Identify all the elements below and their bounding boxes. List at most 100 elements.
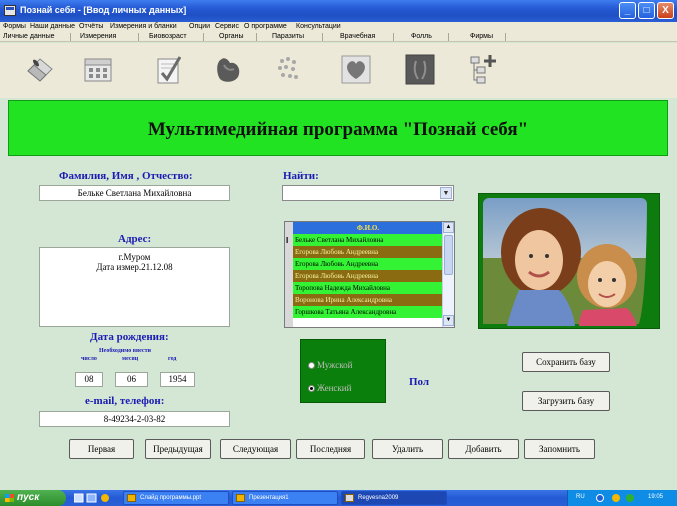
search-label: Найти:	[283, 170, 319, 182]
person-photo	[478, 193, 660, 329]
name-label: Фамилия, Имя , Отчество:	[59, 170, 193, 182]
gender-male-radio[interactable]	[308, 362, 315, 369]
next-button[interactable]: Следующая	[220, 439, 291, 459]
first-button[interactable]: Первая	[69, 439, 134, 459]
app-icon	[4, 5, 16, 16]
start-label: пуск	[17, 492, 40, 503]
organ-icon[interactable]	[212, 53, 244, 85]
menu-about[interactable]: О программе	[244, 23, 287, 30]
quicklaunch-icons[interactable]	[74, 493, 114, 503]
menu-measurements[interactable]: Измерения и бланки	[110, 23, 177, 30]
menu-bar: Формы Наши данные Отчёты Измерения и бла…	[0, 22, 677, 32]
list-item[interactable]: Воронова Ирина Александровна	[293, 294, 443, 306]
eraser-icon[interactable]	[24, 53, 56, 85]
name-field[interactable]: Бельке Светлана Михайловна	[39, 185, 230, 201]
powerpoint-icon	[236, 494, 245, 502]
parasite-icon[interactable]	[272, 53, 304, 85]
minimize-button[interactable]: _	[619, 2, 636, 19]
gender-female-label[interactable]: Женский	[317, 383, 351, 393]
address-field[interactable]: г.Муром Дата измер.21.12.08	[39, 247, 230, 327]
menu-consultations[interactable]: Консультации	[296, 23, 341, 30]
calendar-icon[interactable]	[82, 53, 114, 85]
start-button[interactable]: пуск	[0, 490, 66, 506]
section-parasites[interactable]: Паразиты	[272, 33, 304, 40]
contact-field[interactable]: 8-49234-2-03-82	[39, 411, 230, 427]
clock: 19:05	[648, 494, 664, 500]
task-presentation[interactable]: Презентация1	[232, 491, 338, 505]
load-db-button[interactable]: Загрузить базу	[522, 391, 610, 411]
dob-hint: Необходимо ввести	[99, 348, 151, 354]
maximize-button[interactable]: □	[638, 2, 655, 19]
security-icon[interactable]	[626, 494, 634, 502]
banner-title: Мультимедийная программа "Познай себя"	[147, 119, 529, 140]
list-scrollbar[interactable]: ▲ ▼	[442, 222, 454, 327]
dob-label: Дата рождения:	[90, 331, 169, 343]
scroll-up-icon[interactable]: ▲	[443, 222, 454, 233]
close-button[interactable]: X	[657, 2, 674, 19]
menu-reports[interactable]: Отчёты	[79, 23, 103, 30]
checklist-icon[interactable]	[152, 53, 184, 85]
section-bioage[interactable]: Биовозраст	[149, 33, 187, 40]
last-button[interactable]: Последняя	[296, 439, 365, 459]
tree-icon[interactable]	[468, 53, 500, 87]
add-button[interactable]: Добавить	[448, 439, 519, 459]
address-label: Адрес:	[118, 233, 152, 245]
contact-label: e-mail, телефон:	[85, 395, 165, 407]
dob-day-label: число	[81, 356, 97, 362]
section-medical[interactable]: Врачебная	[340, 33, 375, 40]
volume-icon[interactable]	[612, 494, 620, 502]
address-line: Дата измер.21.12.08	[96, 262, 173, 272]
dob-month-label: месяц	[122, 356, 139, 362]
window-title: Познай себя - [Ввод личных данных]	[20, 5, 187, 15]
system-tray: RU 19:05	[567, 490, 677, 506]
menu-forms[interactable]: Формы	[3, 23, 26, 30]
gender-group: Мужской Женский	[300, 339, 386, 403]
scroll-down-icon[interactable]: ▼	[443, 315, 454, 326]
section-measurements[interactable]: Измерения	[80, 33, 116, 40]
previous-button[interactable]: Предыдущая	[145, 439, 211, 459]
dob-year-field[interactable]: 1954	[160, 372, 195, 387]
chevron-down-icon[interactable]: ▼	[440, 187, 452, 199]
search-combo[interactable]: ▼	[282, 185, 454, 201]
powerpoint-icon	[127, 494, 136, 502]
menu-service[interactable]: Сервис	[215, 23, 239, 30]
gender-label: Пол	[409, 376, 430, 388]
banner: Мультимедийная программа "Познай себя"	[8, 100, 668, 156]
delete-button[interactable]: Удалить	[372, 439, 443, 459]
section-organs[interactable]: Органы	[219, 33, 244, 40]
people-list[interactable]: I Ф.И.О. Бельке Светлана Михайловна Егор…	[284, 221, 455, 328]
section-voll[interactable]: Фолль	[411, 33, 432, 40]
task-label: Презентация1	[249, 495, 289, 501]
heart-icon[interactable]	[340, 53, 372, 85]
save-db-button[interactable]: Сохранить базу	[522, 352, 610, 372]
list-item[interactable]: Торопова Надежда Михайловна	[293, 282, 443, 294]
task-regvesna[interactable]: Regvesna2009	[341, 491, 447, 505]
app-icon	[345, 494, 354, 502]
task-label: Regvesna2009	[358, 495, 399, 501]
task-slide-ppt[interactable]: Слайд программы.ppt	[123, 491, 229, 505]
list-item[interactable]: Бельке Светлана Михайловна	[293, 234, 443, 246]
section-firms[interactable]: Фирмы	[470, 33, 493, 40]
taskbar: пуск Слайд программы.ppt Презентация1 Re…	[0, 490, 677, 506]
network-icon[interactable]	[596, 494, 604, 502]
list-item[interactable]: Егорова Любовь Андреевна	[293, 270, 443, 282]
menu-options[interactable]: Опции	[189, 23, 210, 30]
toolbar	[0, 43, 677, 98]
remember-button[interactable]: Запомнить	[524, 439, 595, 459]
menu-our-data[interactable]: Наши данные	[30, 23, 75, 30]
xray-icon[interactable]	[404, 53, 436, 85]
list-item[interactable]: Горшкова Татьяна Александровна	[293, 306, 443, 318]
dob-month-field[interactable]: 06	[115, 372, 148, 387]
gender-male-label[interactable]: Мужской	[317, 360, 352, 370]
dob-year-label: год	[168, 356, 177, 362]
dob-day-field[interactable]: 08	[75, 372, 103, 387]
task-label: Слайд программы.ppt	[140, 495, 202, 501]
section-personal-data[interactable]: Личные данные	[3, 33, 55, 40]
list-item[interactable]: Егорова Любовь Андреевна	[293, 258, 443, 270]
gender-female-radio[interactable]	[308, 385, 315, 392]
address-line: г.Муром	[118, 252, 151, 262]
list-item[interactable]: Егорова Любовь Андреевна	[293, 246, 443, 258]
language-indicator[interactable]: RU	[576, 494, 585, 500]
scroll-thumb[interactable]	[444, 235, 453, 275]
photo-image	[483, 198, 657, 328]
